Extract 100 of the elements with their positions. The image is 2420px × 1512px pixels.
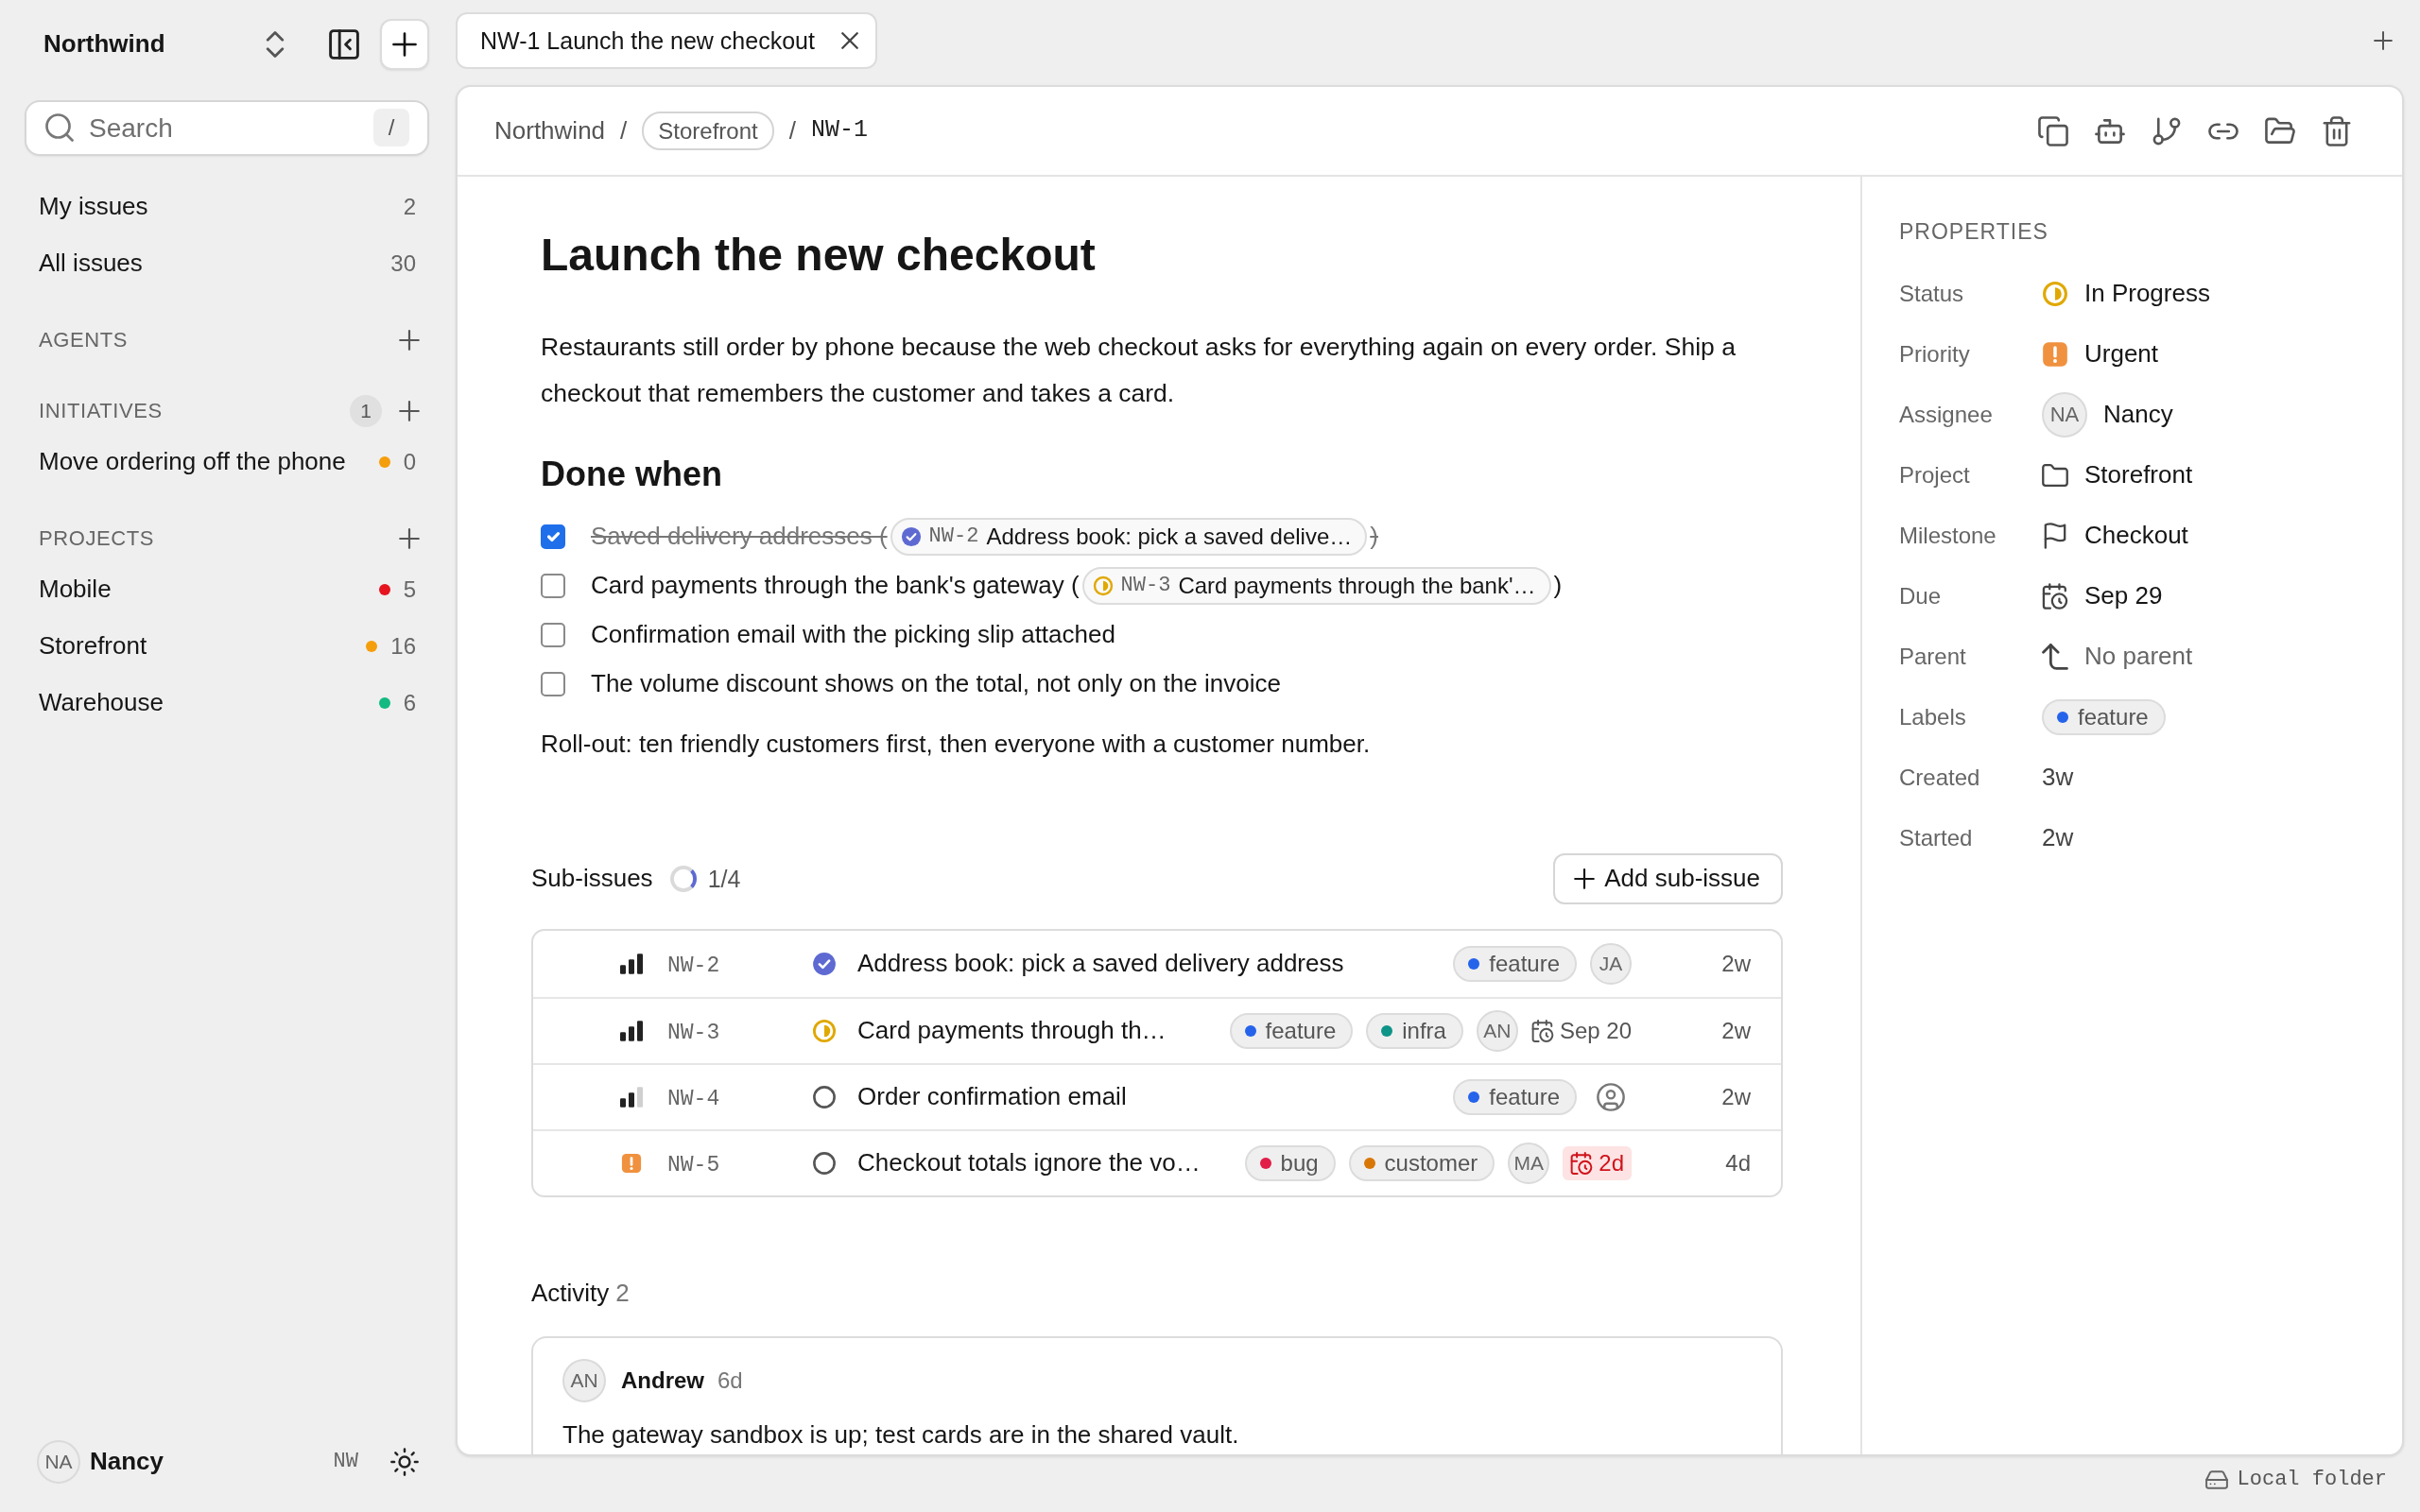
calendar-clock-icon	[1530, 1020, 1554, 1042]
description-text: Restaurants still order by phone because the web checkout asks for everything again on every order. Ship a checkout that remembers the customer and takes a card.	[541, 332, 1737, 409]
new-issue-button[interactable]	[380, 19, 429, 70]
comment-text: The gateway sandbox is up; test cards are in the shared vault.	[562, 1419, 1240, 1450]
project-link[interactable]: Storefront	[642, 111, 774, 151]
signal-bars-icon	[620, 1021, 643, 1041]
section-title: INITIATIVES	[39, 397, 163, 424]
property-value[interactable]: In Progress	[2084, 278, 2210, 310]
checkbox[interactable]	[541, 574, 565, 598]
plus-icon[interactable]	[399, 330, 420, 351]
breadcrumb-separator: /	[620, 114, 628, 146]
property-label: Project	[1899, 461, 1971, 490]
issue-title: Address book: pick a saved delive…	[986, 523, 1353, 552]
branch-icon[interactable]	[2152, 115, 2182, 146]
location-text: Local folder	[2237, 1466, 2387, 1493]
flag-icon	[2042, 523, 2068, 549]
issue-title[interactable]: Address book: pick a saved delivery address	[857, 948, 1344, 980]
property-label: Labels	[1899, 703, 1967, 732]
issue-link-chip[interactable]: NW-2 Address book: pick a saved delive…	[890, 518, 1368, 556]
activity-count: 2	[615, 1278, 630, 1310]
section-heading: Done when	[541, 454, 723, 494]
copy-icon[interactable]	[2038, 115, 2068, 146]
property-value[interactable]: Storefront	[2084, 459, 2193, 491]
nav-link[interactable]: My issues	[39, 191, 148, 223]
issue-count: 6	[403, 689, 416, 718]
close-icon[interactable]	[840, 32, 858, 49]
trash-icon[interactable]	[2322, 115, 2352, 146]
note-text: Roll-out: ten friendly customers first, then everyone with a customer number.	[541, 729, 1372, 760]
property-label: Status	[1899, 280, 1965, 309]
nav-link[interactable]: Warehouse	[39, 687, 164, 719]
label-text: feature	[2078, 703, 2149, 732]
nav-link[interactable]: All issues	[39, 248, 143, 280]
half-circle-icon	[812, 1019, 837, 1043]
label-text: feature	[1265, 1017, 1337, 1046]
issue-title: Launch the new checkout	[541, 229, 1097, 281]
property-value[interactable]: Nancy	[2103, 399, 2173, 431]
nav-link[interactable]: Move ordering off the phone	[39, 446, 346, 478]
section-title: AGENTS	[39, 326, 129, 353]
plus-icon	[392, 32, 417, 57]
user-circle-icon[interactable]	[1597, 1083, 1625, 1111]
section-heading: Activity	[531, 1278, 610, 1310]
nav-link[interactable]: Storefront	[39, 630, 147, 662]
due-date: Sep 20	[1559, 1017, 1632, 1046]
issue-title[interactable]: Checkout totals ignore the vo…	[857, 1147, 1201, 1179]
property-label: Created	[1899, 764, 1981, 793]
sun-icon[interactable]	[390, 1448, 419, 1476]
corner-arrow-icon	[2042, 644, 2068, 670]
assignee-avatar: AN	[1476, 1010, 1518, 1052]
checklist-text: Confirmation email with the picking slip attached	[591, 619, 1115, 651]
section-title: PROJECTS	[39, 524, 155, 552]
search-icon	[45, 113, 74, 142]
checkbox[interactable]	[541, 672, 565, 696]
paren-text: )	[1370, 521, 1378, 553]
property-value: 2w	[2042, 822, 2074, 854]
assignee-avatar: MA	[1508, 1143, 1550, 1184]
checkbox[interactable]	[541, 623, 565, 647]
property-label: Due	[1899, 582, 1943, 611]
workspace-code: NW	[333, 1448, 358, 1475]
issue-count: 0	[403, 448, 416, 477]
author-avatar: AN	[562, 1359, 606, 1402]
issue-id: NW-5	[667, 1152, 720, 1177]
checklist-text: The volume discount shows on the total, not only on the invoice	[591, 668, 1281, 700]
plus-icon[interactable]	[399, 401, 420, 421]
tab[interactable]: NW-1 Launch the new checkout	[456, 12, 877, 69]
half-circle-icon	[2042, 281, 2068, 307]
section-heading: Sub-issues	[531, 863, 653, 895]
workspace-name[interactable]: Northwind	[25, 28, 165, 60]
issue-id: NW-4	[667, 1086, 720, 1111]
sidebar-toggle-icon[interactable]	[329, 29, 359, 60]
circle-icon	[812, 1085, 837, 1109]
issue-count: 5	[403, 576, 416, 605]
property-label: Parent	[1899, 643, 1967, 672]
issue-id: NW-2	[928, 523, 979, 550]
property-value[interactable]: Urgent	[2084, 338, 2159, 370]
property-value[interactable]: Checkout	[2084, 520, 2188, 552]
issue-title[interactable]: Order confirmation email	[857, 1081, 1127, 1113]
drive-icon	[2204, 1469, 2228, 1491]
checkbox[interactable]	[541, 524, 565, 549]
plus-icon[interactable]	[399, 528, 420, 549]
property-label: Started	[1899, 824, 1974, 853]
breadcrumb-link[interactable]: Northwind	[494, 114, 606, 147]
age-text: 2w	[1720, 950, 1751, 979]
section-heading: PROPERTIES	[1899, 218, 2049, 246]
due-date: 2d	[1599, 1149, 1624, 1178]
property-value[interactable]: Sep 29	[2084, 580, 2163, 612]
exclamation-icon	[620, 1153, 643, 1174]
comment-time: 6d	[717, 1366, 743, 1396]
nav-link[interactable]: Mobile	[39, 574, 112, 606]
issue-count: 30	[390, 249, 416, 279]
add-sub-issue-button[interactable]: Add sub-issue	[1553, 853, 1783, 904]
calendar-clock-icon	[2042, 583, 2068, 610]
property-value[interactable]: No parent	[2084, 641, 2193, 673]
issue-title[interactable]: Card payments through th…	[857, 1015, 1167, 1047]
chevrons-up-down-icon[interactable]	[266, 31, 285, 58]
paren-text: )	[1553, 570, 1563, 602]
author-name: Andrew	[621, 1366, 704, 1396]
issue-link-chip[interactable]: NW-3 Card payments through the bank'…	[1081, 567, 1551, 605]
folder-icon[interactable]	[2265, 115, 2295, 146]
user-avatar: NA	[37, 1440, 80, 1484]
plus-icon[interactable]	[2374, 31, 2393, 50]
